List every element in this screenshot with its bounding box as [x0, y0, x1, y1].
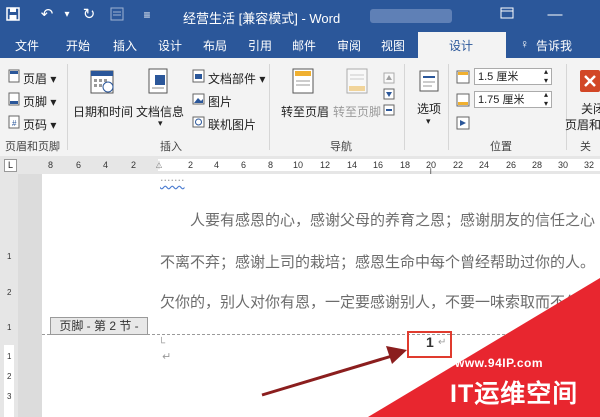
watermark-url: www.94IP.com: [455, 356, 544, 370]
watermark-triangle: [368, 278, 600, 417]
watermark-text: IT运维空间: [450, 380, 579, 408]
